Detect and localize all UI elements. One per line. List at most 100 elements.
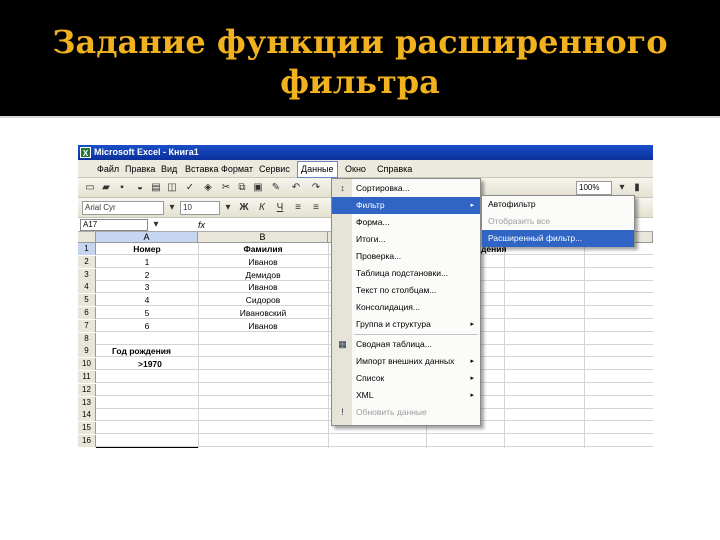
- cell-b[interactable]: [198, 397, 328, 409]
- font-size-dropdown-icon[interactable]: ▾: [222, 202, 234, 214]
- menu-1[interactable]: Файл: [94, 162, 122, 176]
- cell-a[interactable]: [96, 333, 198, 345]
- row-header[interactable]: 8: [78, 332, 96, 345]
- cell-b[interactable]: Ивановский: [198, 307, 328, 319]
- column-header-a[interactable]: A: [96, 232, 198, 243]
- menu-6[interactable]: Сервис: [256, 162, 293, 176]
- cut-icon[interactable]: ✂: [220, 182, 232, 194]
- cell-b[interactable]: [198, 333, 328, 345]
- cell-a[interactable]: [112, 397, 212, 409]
- data-menu-item-3[interactable]: Форма...: [332, 214, 480, 231]
- cell-a[interactable]: [112, 371, 212, 383]
- cell-b[interactable]: [198, 435, 328, 447]
- cell-b[interactable]: [198, 345, 328, 357]
- cell-a[interactable]: 6: [96, 320, 198, 332]
- cell-a[interactable]: Номер: [96, 243, 198, 255]
- redo-icon[interactable]: ↷: [310, 182, 322, 194]
- font-name-select[interactable]: Arial Cyr: [82, 201, 164, 215]
- row-header[interactable]: 7: [78, 319, 96, 332]
- cell-a[interactable]: [112, 409, 212, 421]
- cell-b[interactable]: [198, 409, 328, 421]
- data-menu-item-9[interactable]: Группа и структура ▸: [332, 316, 480, 333]
- cell-b[interactable]: Иванов: [198, 320, 328, 332]
- data-menu-item-10[interactable]: ▦ Сводная таблица...: [332, 336, 480, 353]
- font-name-dropdown-icon[interactable]: ▾: [166, 202, 178, 214]
- align-left-icon[interactable]: ≡: [292, 202, 304, 214]
- cell-a[interactable]: [112, 384, 212, 396]
- data-menu-item-13[interactable]: XML ▸: [332, 387, 480, 404]
- italic-icon[interactable]: К: [256, 202, 268, 214]
- data-menu-item-12[interactable]: Список ▸: [332, 370, 480, 387]
- data-menu-item-11[interactable]: Импорт внешних данных ▸: [332, 353, 480, 370]
- cell-a[interactable]: 4: [96, 294, 198, 306]
- filter-submenu-item-1[interactable]: Автофильтр: [482, 196, 634, 213]
- cell-a[interactable]: 2: [96, 269, 198, 281]
- cell-b[interactable]: Демидов: [198, 269, 328, 281]
- row-header[interactable]: 3: [78, 268, 96, 281]
- new-document-icon[interactable]: ▭: [84, 182, 96, 194]
- spelling-icon[interactable]: ✓: [184, 182, 196, 194]
- cell-a[interactable]: [112, 435, 212, 447]
- row-header[interactable]: 14: [78, 409, 96, 422]
- data-menu-item-2[interactable]: Фильтр ▸: [332, 197, 480, 214]
- undo-icon[interactable]: ↶: [290, 182, 302, 194]
- menu-8[interactable]: Окно: [342, 162, 369, 176]
- menu-9[interactable]: Справка: [374, 162, 415, 176]
- column-header-b[interactable]: B: [198, 232, 328, 243]
- data-menu-item-5[interactable]: Проверка...: [332, 248, 480, 265]
- menu-5[interactable]: Формат: [218, 162, 256, 176]
- cell-b[interactable]: Сидоров: [198, 294, 328, 306]
- row-header[interactable]: 16: [78, 435, 96, 447]
- filter-submenu-item-3[interactable]: Расширенный фильтр...: [482, 230, 634, 247]
- menu-4[interactable]: Вставка: [182, 162, 221, 176]
- cell-b[interactable]: Иванов: [198, 256, 328, 268]
- copy-icon[interactable]: ⧉: [236, 182, 248, 194]
- row-header[interactable]: 12: [78, 383, 96, 396]
- cell-b[interactable]: [198, 422, 328, 434]
- data-menu-item-8[interactable]: Консолидация...: [332, 299, 480, 316]
- row-header[interactable]: 2: [78, 255, 96, 268]
- underline-icon[interactable]: Ч: [274, 202, 286, 214]
- help-icon[interactable]: ▮: [631, 182, 643, 194]
- cell-b[interactable]: [198, 384, 328, 396]
- print-preview-icon[interactable]: ◫: [166, 182, 178, 194]
- cell-a[interactable]: 1: [96, 256, 198, 268]
- cell-a[interactable]: [112, 422, 212, 434]
- row-header[interactable]: 4: [78, 281, 96, 294]
- fx-icon[interactable]: fx: [198, 218, 205, 232]
- row-header[interactable]: 15: [78, 422, 96, 435]
- zoom-select[interactable]: 100%: [576, 181, 612, 195]
- open-folder-icon[interactable]: ▰: [100, 182, 112, 194]
- data-menu-item-6[interactable]: Таблица подстановки...: [332, 265, 480, 282]
- menu-7[interactable]: Данные: [297, 161, 338, 178]
- cell-b[interactable]: Фамилия: [198, 243, 328, 255]
- cell-b[interactable]: Иванов: [198, 281, 328, 293]
- cell-b[interactable]: [198, 371, 328, 383]
- name-box[interactable]: A17: [80, 219, 148, 231]
- row-header[interactable]: 9: [78, 345, 96, 358]
- excel-app-icon[interactable]: X: [80, 147, 91, 158]
- cell-a[interactable]: 3: [96, 281, 198, 293]
- format-painter-icon[interactable]: ✎: [270, 182, 282, 194]
- row-header[interactable]: 6: [78, 307, 96, 319]
- print-icon[interactable]: ▤: [150, 182, 162, 194]
- save-icon[interactable]: ▪: [116, 182, 128, 194]
- cell-b[interactable]: [198, 358, 328, 370]
- research-icon[interactable]: ◈: [202, 182, 214, 194]
- cell-a[interactable]: Год рождения: [112, 345, 212, 357]
- row-header[interactable]: 5: [78, 294, 96, 307]
- font-size-select[interactable]: 10: [180, 201, 220, 215]
- bold-icon[interactable]: Ж: [238, 202, 250, 214]
- cell-a[interactable]: 5: [96, 307, 198, 319]
- row-header[interactable]: 10: [78, 358, 96, 371]
- data-menu-item-1[interactable]: ↕ Сортировка...: [332, 180, 480, 197]
- menu-2[interactable]: Правка: [122, 162, 158, 176]
- permission-icon[interactable]: ◒: [134, 182, 146, 194]
- align-center-icon[interactable]: ≡: [310, 202, 322, 214]
- menu-3[interactable]: Вид: [158, 162, 180, 176]
- zoom-dropdown-icon[interactable]: ▾: [616, 182, 628, 194]
- row-header[interactable]: 13: [78, 396, 96, 409]
- paste-icon[interactable]: ▣: [252, 182, 264, 194]
- select-all-corner[interactable]: [78, 232, 96, 243]
- name-box-dropdown-icon[interactable]: ▾: [150, 219, 162, 231]
